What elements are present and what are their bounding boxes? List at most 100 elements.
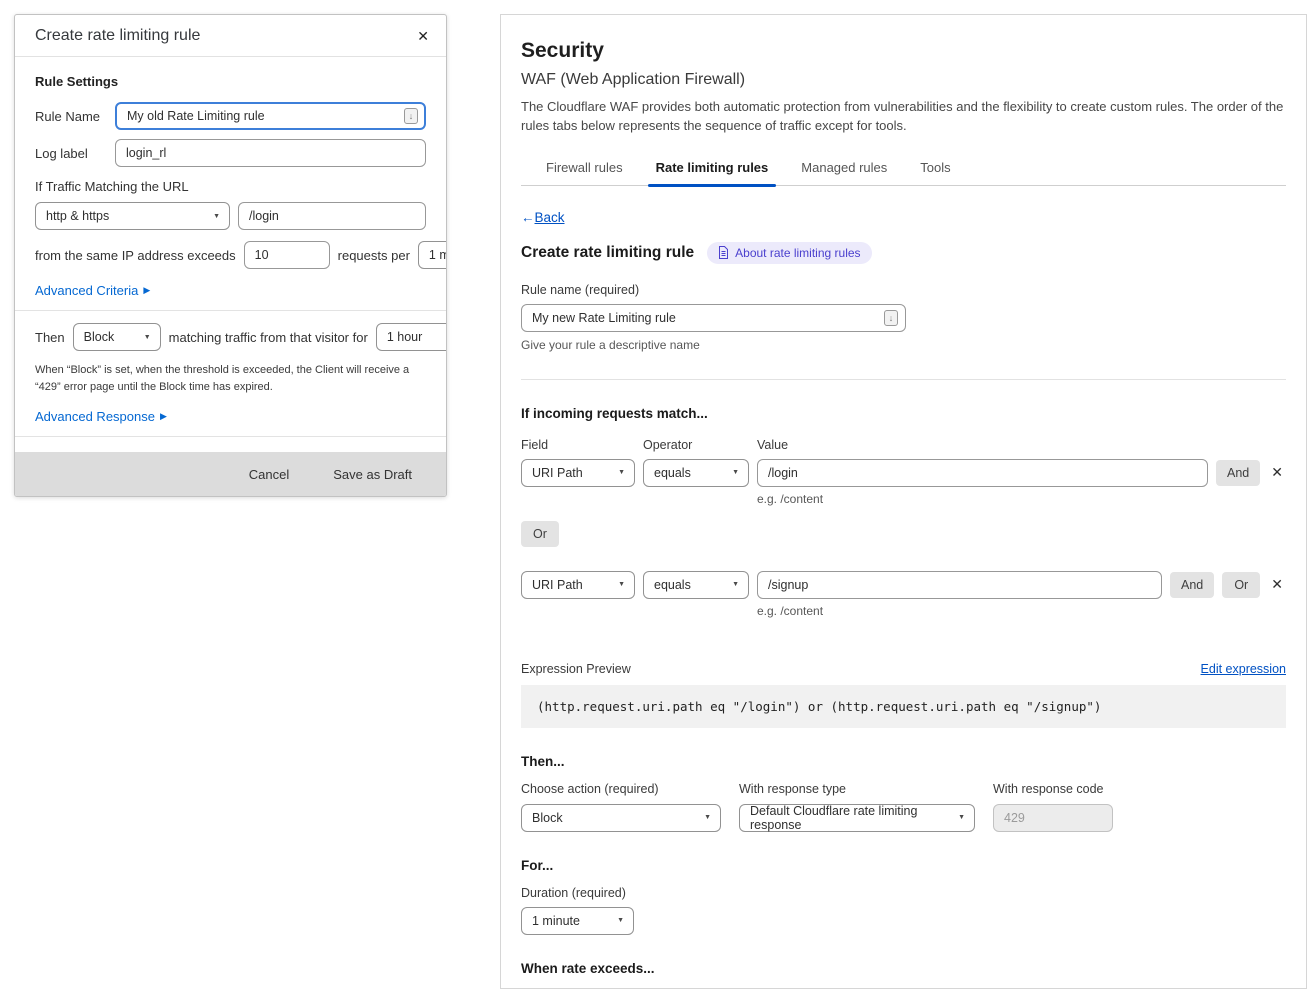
then-text: Then [35,330,65,345]
choose-action-column: Choose action (required) Block ▼ [521,782,721,832]
tab-tools[interactable]: Tools [920,155,950,185]
security-waf-panel: Security WAF (Web Application Firewall) … [500,14,1307,989]
then-columns: Choose action (required) Block ▼ With re… [521,782,1286,832]
value-input[interactable] [757,459,1208,487]
remove-condition-icon[interactable]: ✕ [1268,576,1286,593]
back-row: ←Back [521,210,1286,225]
response-type-label: With response type [739,782,975,796]
and-condition-button[interactable]: And [1216,460,1260,486]
edit-expression-link[interactable]: Edit expression [1201,662,1286,676]
chevron-down-icon: ▼ [732,581,739,588]
ban-duration-select[interactable]: 1 hour ▼ [376,323,446,351]
match-section-heading: If incoming requests match... [521,406,1286,421]
cancel-button[interactable]: Cancel [243,466,295,483]
advanced-response-link[interactable]: Advanced Response ▶ [35,409,167,424]
rule-name-label: Rule name (required) [521,283,1286,297]
field-column-label: Field [521,438,635,452]
requests-per-text: requests per [338,248,410,263]
then-section-heading: Then... [521,754,1286,769]
chevron-down-icon: ▼ [213,213,220,220]
rate-section-heading: When rate exceeds... [521,961,1286,976]
tab-firewall-rules[interactable]: Firewall rules [546,155,623,185]
or-condition-button[interactable]: Or [521,521,559,547]
period-select-value: 1 minute [429,248,446,262]
dialog-title: Create rate limiting rule [35,27,200,45]
save-as-draft-button[interactable]: Save as Draft [327,466,418,483]
response-code-label: With response code [993,782,1113,796]
rule-name-row: Rule Name ↓ [35,102,426,130]
url-input[interactable] [238,202,426,230]
page-title: Security [521,39,1286,63]
condition-row: URI Path ▼ equals ▼ And Or ✕ [521,571,1286,599]
choose-action-value: Block [532,811,563,825]
traffic-match-row: http & https ▼ [35,202,426,230]
choose-action-select[interactable]: Block ▼ [521,804,721,832]
chevron-down-icon: ▼ [958,814,965,821]
operator-select[interactable]: equals ▼ [643,571,749,599]
for-section-heading: For... [521,858,1286,873]
operator-select-value: equals [654,578,691,592]
exceeds-text: from the same IP address exceeds [35,248,236,263]
autofill-icon[interactable]: ↓ [884,310,898,326]
field-select[interactable]: URI Path ▼ [521,459,635,487]
tab-rate-limiting-rules[interactable]: Rate limiting rules [656,155,769,185]
chevron-down-icon: ▼ [704,814,711,821]
chevron-down-icon: ▼ [617,917,624,924]
field-select[interactable]: URI Path ▼ [521,571,635,599]
chevron-down-icon: ▼ [618,581,625,588]
about-rate-limiting-rules-badge[interactable]: About rate limiting rules [707,242,871,264]
page-description: The Cloudflare WAF provides both automat… [521,98,1286,136]
duration-select[interactable]: 1 minute ▼ [521,907,634,935]
chevron-down-icon: ▼ [618,469,625,476]
response-type-select[interactable]: Default Cloudflare rate limiting respons… [739,804,975,832]
scheme-select[interactable]: http & https ▼ [35,202,230,230]
value-input[interactable] [757,571,1162,599]
autofill-icon[interactable]: ↓ [404,108,418,124]
threshold-row: from the same IP address exceeds request… [35,241,426,269]
requests-input[interactable] [244,241,330,269]
response-code-input [993,804,1113,832]
create-rate-limiting-rule-dialog: Create rate limiting rule ✕ Rule Setting… [14,14,447,497]
period-select[interactable]: 1 minute ▼ [418,241,446,269]
close-icon[interactable]: ✕ [415,28,431,45]
value-helper: e.g. /content [757,492,1286,506]
traffic-match-heading: If Traffic Matching the URL [35,179,426,194]
condition-row: URI Path ▼ equals ▼ And ✕ [521,459,1286,487]
log-label-row: Log label [35,139,426,167]
and-condition-button[interactable]: And [1170,572,1214,598]
remove-condition-icon[interactable]: ✕ [1268,464,1286,481]
divider [15,310,446,311]
rule-name-input[interactable] [521,304,906,332]
field-select-value: URI Path [532,578,583,592]
duration-value: 1 minute [532,914,580,928]
create-rule-heading: Create rate limiting rule [521,244,694,262]
expression-code: (http.request.uri.path eq "/login") or (… [521,685,1286,728]
response-type-value: Default Cloudflare rate limiting respons… [750,804,950,832]
triangle-right-icon: ▶ [143,285,150,296]
tab-managed-rules[interactable]: Managed rules [801,155,887,185]
or-condition-button[interactable]: Or [1222,572,1260,598]
expression-preview-header: Expression Preview Edit expression [521,662,1286,676]
divider [15,436,446,437]
log-label-input[interactable] [115,139,426,167]
advanced-criteria-link[interactable]: Advanced Criteria ▶ [35,283,150,298]
action-select[interactable]: Block ▼ [73,323,161,351]
operator-column-label: Operator [643,438,749,452]
rule-name-label: Rule Name [35,109,115,124]
response-type-column: With response type Default Cloudflare ra… [739,782,975,832]
document-icon [718,246,729,259]
triangle-right-icon: ▶ [160,411,167,422]
response-code-column: With response code [993,782,1113,832]
back-link[interactable]: ←Back [521,210,565,225]
rule-settings-heading: Rule Settings [35,74,426,89]
operator-select[interactable]: equals ▼ [643,459,749,487]
expression-preview-label: Expression Preview [521,662,631,676]
then-row: Then Block ▼ matching traffic from that … [35,323,426,351]
chevron-down-icon: ▼ [732,469,739,476]
scheme-select-value: http & https [46,209,109,223]
value-column-label: Value [757,438,788,452]
value-helper: e.g. /content [757,604,1286,618]
rule-name-input[interactable] [115,102,426,130]
field-select-value: URI Path [532,466,583,480]
matching-text: matching traffic from that visitor for [169,330,368,345]
